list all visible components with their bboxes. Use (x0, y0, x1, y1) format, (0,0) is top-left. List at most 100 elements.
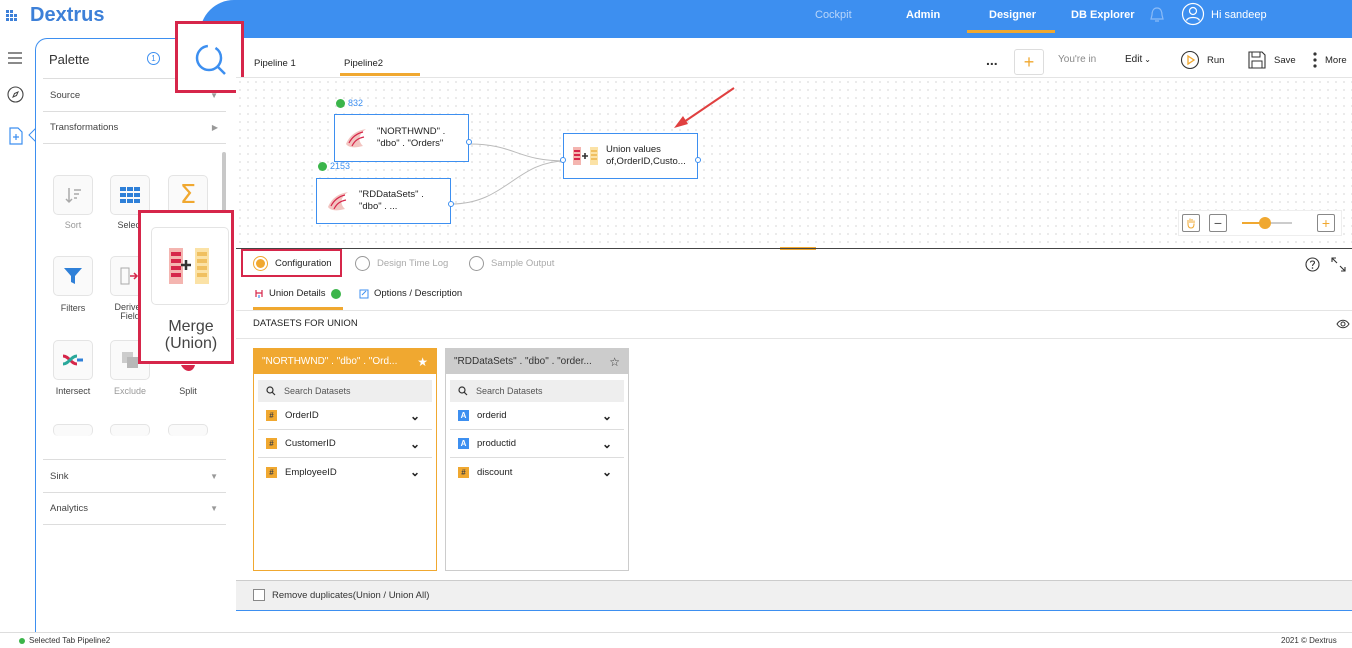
user-avatar-icon[interactable] (1181, 2, 1205, 26)
tool-placeholder[interactable] (168, 424, 208, 436)
edit-label: Edit (1125, 54, 1143, 65)
user-greeting[interactable]: Hi sandeep (1211, 9, 1267, 21)
sigma-icon: Σ (179, 180, 197, 210)
sort-icon (65, 188, 81, 204)
palette-scrollbar[interactable] (222, 152, 226, 214)
tool-intersect[interactable] (53, 340, 93, 380)
subtab-union-details[interactable]: Union Details (254, 288, 341, 299)
radio-icon (355, 256, 370, 271)
status-footer (0, 632, 1352, 648)
palette-divider (43, 459, 226, 460)
pipeline-node-rddatasets[interactable]: "RDDataSets" . "dbo" . ... (316, 178, 451, 224)
save-button[interactable]: Save (1247, 50, 1296, 70)
star-outline-icon[interactable]: ☆ (609, 355, 620, 369)
chevron-down-icon[interactable]: ⌄ (410, 465, 420, 479)
edit-dropdown[interactable]: Edit ⌄ (1125, 54, 1151, 65)
union-output-port[interactable] (695, 157, 701, 163)
tool-filters[interactable] (53, 256, 93, 296)
dataset1-field-row[interactable]: # CustomerID ⌄ (258, 430, 432, 458)
tool-sort[interactable] (53, 175, 93, 215)
field-name: discount (477, 466, 513, 478)
search-icon[interactable] (194, 43, 228, 77)
palette-section-analytics[interactable]: Analytics ▼ (43, 493, 226, 525)
palette-section-sink[interactable]: Sink ▼ (43, 461, 226, 493)
run-button[interactable]: Run (1180, 50, 1224, 70)
nav-cockpit[interactable]: Cockpit (815, 9, 852, 21)
tab-design-time-log[interactable]: Design Time Log (355, 256, 448, 271)
options-description-label: Options / Description (374, 288, 463, 299)
zoom-slider-handle[interactable] (1259, 217, 1271, 229)
chevron-down-icon[interactable]: ⌄ (410, 437, 420, 451)
hamburger-menu-icon[interactable] (8, 52, 22, 64)
remove-duplicates-option[interactable]: Remove duplicates(Union / Union All) (253, 589, 429, 601)
chevron-down-icon[interactable]: ⌄ (410, 409, 420, 423)
more-button[interactable]: More (1312, 51, 1347, 69)
dataset1-title: "NORTHWND" . "dbo" . "Ord... (262, 356, 398, 367)
union-input-port[interactable] (560, 157, 566, 163)
chevron-down-icon: ▼ (210, 472, 218, 481)
node1-output-port[interactable] (466, 139, 472, 145)
numeric-type-icon: # (266, 438, 277, 449)
chevron-down-icon[interactable]: ⌄ (602, 409, 612, 423)
star-filled-icon[interactable]: ★ (417, 355, 428, 369)
more-label: More (1325, 54, 1347, 66)
add-tab-button[interactable]: + (1014, 49, 1044, 75)
tool-intersect-label: Intersect (55, 386, 91, 396)
nav-designer[interactable]: Designer (989, 9, 1036, 21)
pan-button[interactable] (1182, 214, 1200, 232)
edit-note-icon (359, 289, 369, 298)
palette-section-transformations[interactable]: Transformations ▶ (43, 112, 226, 144)
dataset1-field-row[interactable]: # EmployeeID ⌄ (258, 458, 432, 486)
dataset-card-header[interactable]: "NORTHWND" . "dbo" . "Ord... ★ (254, 349, 436, 374)
tool-aggregate[interactable]: Σ (168, 175, 208, 215)
nav-admin[interactable]: Admin (906, 9, 940, 21)
tool-placeholder[interactable] (110, 424, 150, 436)
tool-select[interactable] (110, 175, 150, 215)
field-name: CustomerID (285, 438, 336, 449)
remove-duplicates-checkbox[interactable] (253, 589, 265, 601)
tool-merge-union[interactable] (151, 227, 229, 305)
zoom-in-button[interactable]: + (1317, 214, 1335, 232)
sql-source-icon (328, 192, 348, 211)
add-pipeline-icon[interactable] (7, 127, 24, 145)
tab-pipeline1[interactable]: Pipeline 1 (254, 58, 296, 69)
node2-output-port[interactable] (448, 201, 454, 207)
chevron-down-icon[interactable]: ⌄ (602, 465, 612, 479)
chevron-down-icon[interactable]: ⌄ (602, 437, 612, 451)
node2-count-badge: 2153 (318, 161, 350, 171)
pipeline-node-northwnd[interactable]: "NORTHWND" . "dbo" . "Orders" (334, 114, 469, 162)
info-icon[interactable]: 1 (147, 52, 160, 65)
tool-placeholder[interactable] (53, 424, 93, 436)
help-icon[interactable] (1305, 257, 1320, 272)
dataset-card-header[interactable]: "RDDataSets" . "dbo" . "order... ☆ (446, 349, 628, 374)
run-label: Run (1207, 54, 1225, 66)
zoom-out-button[interactable]: − (1209, 214, 1227, 232)
more-tabs-dots[interactable]: ... (986, 52, 998, 68)
dataset2-field-row[interactable]: Aorderid ⌄ (450, 402, 624, 430)
tool-merge-union-label: Merge (Union) (164, 318, 218, 352)
nav-db-explorer[interactable]: DB Explorer (1071, 9, 1135, 21)
dataset1-field-row[interactable]: # OrderID ⌄ (258, 402, 432, 430)
pipeline-node-union[interactable]: Union values of,OrderID,Custo... (563, 133, 698, 179)
bell-icon[interactable] (1149, 6, 1165, 24)
expand-icon[interactable] (1331, 257, 1346, 272)
tab-configuration[interactable]: Configuration (253, 256, 332, 271)
dataset2-search[interactable]: Search Datasets (450, 380, 624, 402)
filter-icon (64, 268, 82, 284)
field-name: OrderID (285, 410, 319, 421)
dataset2-field-row[interactable]: Aproductid ⌄ (450, 430, 624, 458)
node1-count: 832 (348, 98, 364, 108)
datasets-header-bar (236, 311, 1352, 339)
subtab-options-description[interactable]: Options / Description (359, 288, 462, 299)
tab-sample-output[interactable]: Sample Output (469, 256, 554, 271)
dataset1-search[interactable]: Search Datasets (258, 380, 432, 402)
dataset2-field-row[interactable]: # discount ⌄ (450, 458, 624, 486)
compass-icon[interactable] (7, 86, 24, 103)
save-icon (1248, 51, 1266, 69)
node2-count: 2153 (330, 161, 351, 171)
logo[interactable]: Dextrus (4, 4, 104, 27)
string-type-icon: A (458, 438, 469, 449)
tab-pipeline2[interactable]: Pipeline2 (344, 58, 383, 69)
eye-icon[interactable] (1336, 318, 1350, 330)
youre-in-label: You're in (1058, 54, 1097, 65)
